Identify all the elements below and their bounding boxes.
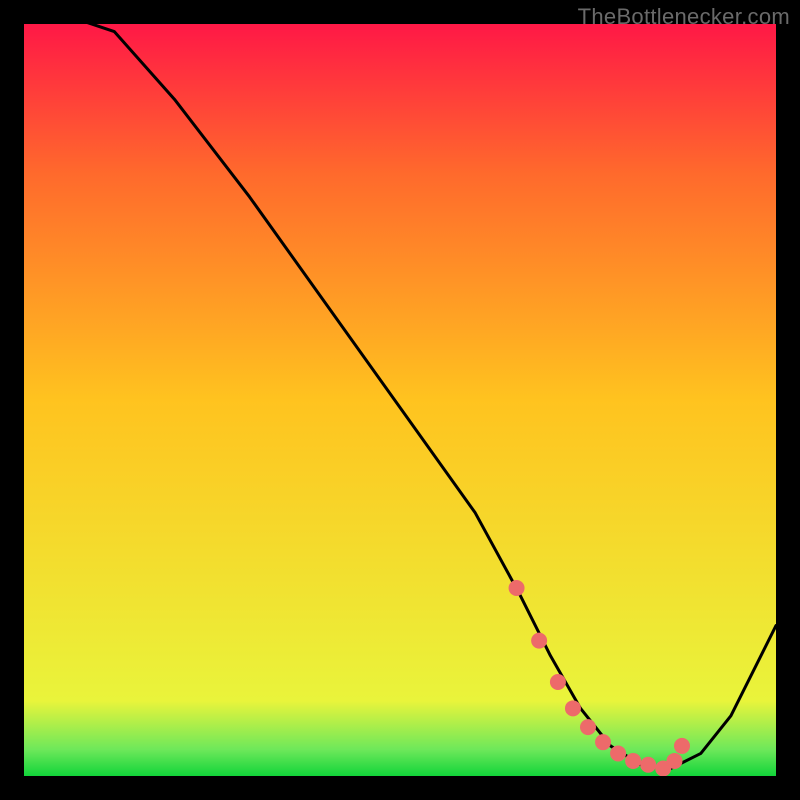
highlight-dot — [565, 700, 581, 716]
highlight-dot — [531, 633, 547, 649]
highlight-dot — [625, 753, 641, 769]
highlight-dot — [666, 753, 682, 769]
highlight-dot — [550, 674, 566, 690]
watermark-text: TheBottlenecker.com — [578, 4, 790, 30]
highlight-dot — [640, 757, 656, 773]
highlight-dot — [580, 719, 596, 735]
highlight-dot — [610, 745, 626, 761]
highlight-dot — [674, 738, 690, 754]
highlight-dot — [595, 734, 611, 750]
highlight-dot — [509, 580, 525, 596]
gradient-background — [24, 24, 776, 776]
chart-svg — [24, 24, 776, 776]
chart-frame: TheBottlenecker.com — [0, 0, 800, 800]
plot-area — [24, 24, 776, 776]
